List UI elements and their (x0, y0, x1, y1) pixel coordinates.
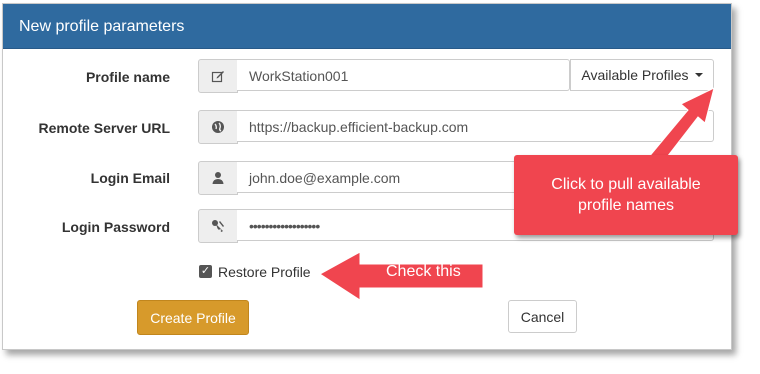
key-icon (198, 209, 238, 243)
login-email-label: Login Email (90, 170, 170, 186)
panel-header: New profile parameters (3, 4, 731, 49)
create-profile-button[interactable]: Create Profile (137, 300, 249, 335)
pencil-icon (198, 59, 238, 93)
login-password-label: Login Password (61, 219, 170, 235)
restore-profile-label[interactable]: Restore Profile (218, 264, 311, 280)
user-icon (198, 161, 238, 195)
remote-server-url-label: Remote Server URL (38, 120, 171, 136)
available-profiles-dropdown[interactable]: Available Profiles (570, 59, 714, 91)
globe-icon (198, 110, 238, 144)
cancel-button[interactable]: Cancel (508, 300, 577, 333)
profile-name-input[interactable]: WorkStation001 (237, 59, 570, 91)
restore-hint-callout: Check this (386, 263, 461, 280)
remote-server-url-input[interactable]: https://backup.efficient-backup.com (237, 110, 714, 142)
panel-title: New profile parameters (19, 18, 185, 35)
available-profiles-label: Available Profiles (581, 67, 689, 83)
caret-down-icon (694, 73, 703, 77)
profile-name-label: Profile name (85, 69, 170, 85)
restore-profile-checkbox[interactable]: ✓ (199, 265, 212, 278)
dropdown-hint-callout: Click to pull available profile names (514, 155, 738, 235)
